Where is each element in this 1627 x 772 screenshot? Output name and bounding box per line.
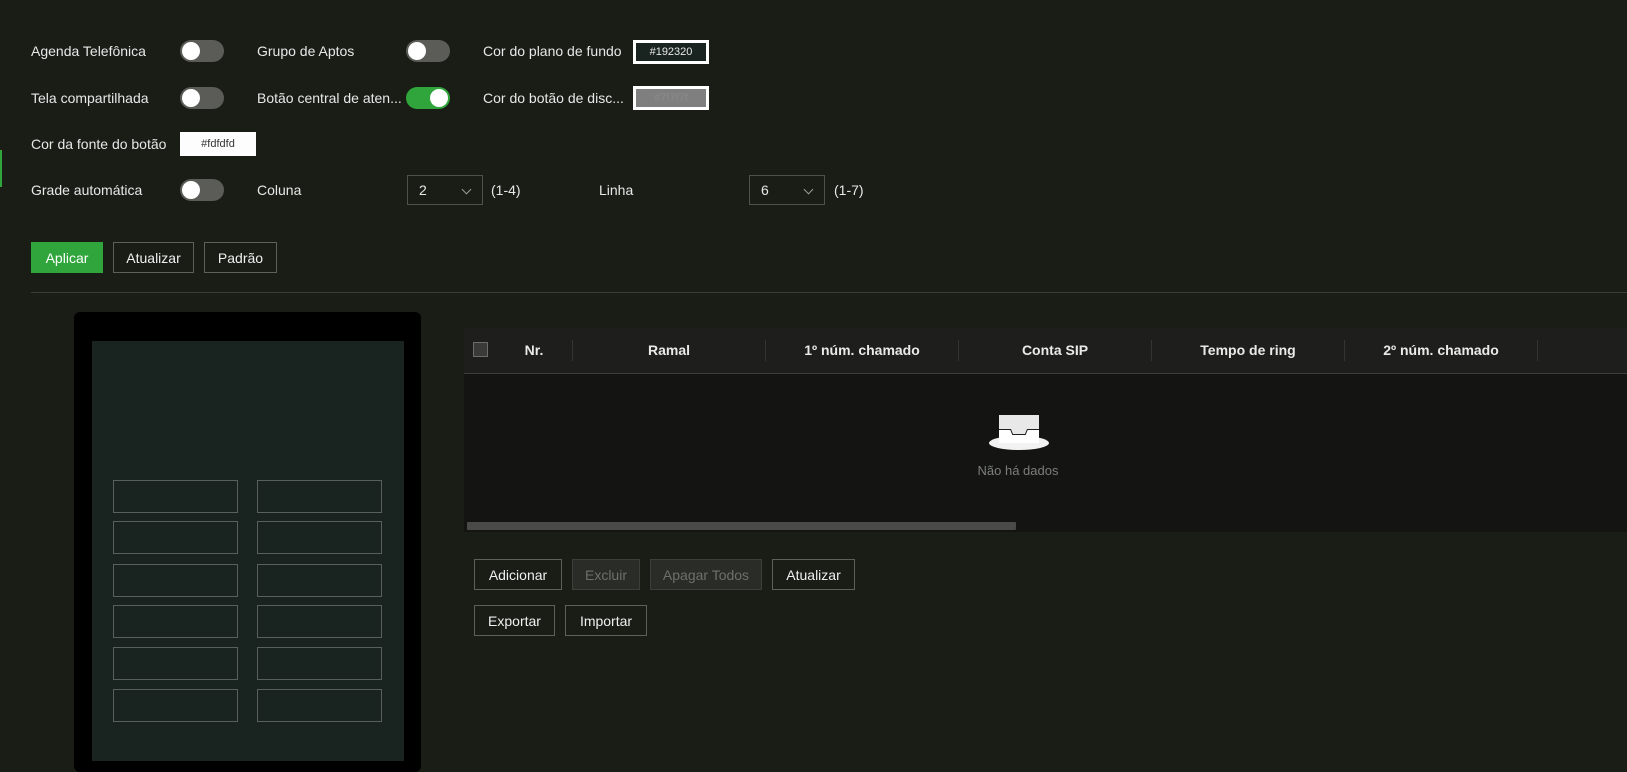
toggle-knob [182,42,200,60]
linha-range: (1-7) [834,182,864,198]
column-header-primeiro-numero: 1º núm. chamado [804,342,920,358]
preview-button [257,605,382,638]
preview-button [113,521,238,554]
active-indicator [0,150,2,187]
atualizar-button[interactable]: Atualizar [113,242,194,273]
toggle-knob [182,89,200,107]
padrao-button[interactable]: Padrão [204,242,277,273]
botao-central-toggle[interactable] [406,87,450,109]
column-header-conta-sip: Conta SIP [1021,342,1089,358]
cor-botao-disc-label: Cor do botão de disc... [483,90,624,106]
toggle-knob [430,89,448,107]
exportar-button[interactable]: Exportar [474,605,555,636]
coluna-range: (1-4) [491,182,521,198]
coluna-label: Coluna [257,182,302,198]
tela-compartilhada-label: Tela compartilhada [31,90,149,106]
toggle-knob [182,181,200,199]
aplicar-button[interactable]: Aplicar [31,242,103,273]
horizontal-scrollbar[interactable] [467,522,1016,530]
column-header-tempo-ring: Tempo de ring [1200,342,1296,358]
agenda-telefonica-toggle[interactable] [180,40,224,62]
section-divider [31,292,1627,293]
cor-plano-fundo-label: Cor do plano de fundo [483,43,622,59]
column-separator [1537,340,1538,361]
agenda-telefonica-label: Agenda Telefônica [31,43,146,59]
preview-button [257,647,382,680]
preview-button [113,605,238,638]
preview-button [113,564,238,597]
preview-button [257,564,382,597]
preview-button [113,480,238,513]
linha-value: 6 [761,182,769,198]
apagar-todos-button[interactable]: Apagar Todos [650,559,762,590]
botao-central-label: Botão central de aten... [257,90,402,106]
tela-compartilhada-toggle[interactable] [180,87,224,109]
preview-button [257,480,382,513]
empty-inbox-icon [989,415,1049,450]
grade-automatica-toggle[interactable] [180,179,224,201]
importar-button[interactable]: Importar [565,605,647,636]
preview-button [113,689,238,722]
excluir-button[interactable]: Excluir [572,559,640,590]
chevron-down-icon [803,184,814,195]
chevron-down-icon [461,184,472,195]
background-color-picker[interactable]: #192320 [633,40,709,64]
table-body [464,374,1627,532]
coluna-value: 2 [419,182,427,198]
column-header-ramal: Ramal [647,342,691,358]
empty-state-text: Não há dados [977,463,1059,478]
button-color-picker[interactable]: #7f7f7f [633,86,709,110]
select-all-checkbox[interactable] [473,342,488,357]
linha-select[interactable]: 6 [749,175,825,205]
grupo-aptos-label: Grupo de Aptos [257,43,355,59]
column-header-nr: Nr. [524,342,544,358]
linha-label: Linha [599,182,634,198]
atualizar-table-button[interactable]: Atualizar [772,559,855,590]
coluna-select[interactable]: 2 [407,175,483,205]
column-header-segundo-numero: 2º núm. chamado [1383,342,1499,358]
preview-button [113,647,238,680]
grupo-aptos-toggle[interactable] [406,40,450,62]
font-color-picker[interactable]: #fdfdfd [180,132,256,156]
cor-fonte-botao-label: Cor da fonte do botão [31,136,167,152]
table-header: Nr. Ramal 1º núm. chamado Conta SIP Temp… [464,328,1627,374]
adicionar-button[interactable]: Adicionar [474,559,562,590]
preview-button [257,521,382,554]
preview-button [257,689,382,722]
grade-automatica-label: Grade automática [31,182,143,198]
toggle-knob [408,42,426,60]
